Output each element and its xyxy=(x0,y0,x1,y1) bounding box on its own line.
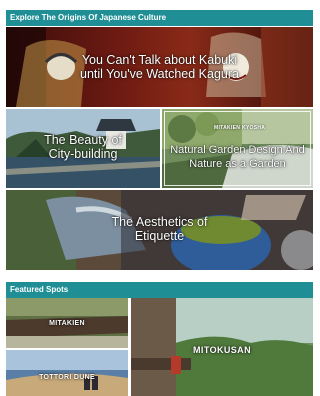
spot-mitokusan-label: MITOKUSAN xyxy=(193,345,251,355)
tile-kagura[interactable]: You Can't Talk about Kabuki until You've… xyxy=(6,27,313,107)
tile-kagura-line2: until You've Watched Kagura xyxy=(80,67,239,81)
tile-kagura-line1: You Can't Talk about Kabuki xyxy=(81,53,238,67)
tile-city-building[interactable]: The Beauty of City-building xyxy=(6,109,160,188)
tile-city-line2: City-building xyxy=(48,147,118,161)
tile-garden-line2: Nature as a Garden xyxy=(189,158,286,170)
spot-tottori-dune[interactable]: TOTTORI DUNE xyxy=(6,350,128,396)
tile-garden-line1: Natural Garden Design And xyxy=(170,144,305,156)
spot-tottori-label: TOTTORI DUNE xyxy=(39,374,95,381)
tile-etiquette-line1: The Aesthetics of xyxy=(111,215,208,229)
tile-city-line1: The Beauty of xyxy=(44,133,122,147)
tile-tag-right: KYOSHA xyxy=(242,125,266,131)
section-header-explore: Explore The Origins Of Japanese Culture xyxy=(6,10,313,26)
tottori-dune-image xyxy=(6,350,128,396)
spot-mitokusan[interactable]: MITOKUSAN xyxy=(131,298,313,396)
tile-etiquette[interactable]: The Aesthetics of Etiquette xyxy=(6,190,313,270)
tile-etiquette-line2: Etiquette xyxy=(134,229,185,243)
section-header-featured: Featured Spots xyxy=(6,282,313,298)
spot-mitakien[interactable]: MITAKIEN xyxy=(6,298,128,348)
spot-mitakien-label: MITAKIEN xyxy=(49,320,85,327)
tile-tag-left: MITAKIEN xyxy=(214,125,241,131)
tile-natural-garden[interactable]: MITAKIEN KYOSHA Natural Garden Design An… xyxy=(162,109,313,188)
